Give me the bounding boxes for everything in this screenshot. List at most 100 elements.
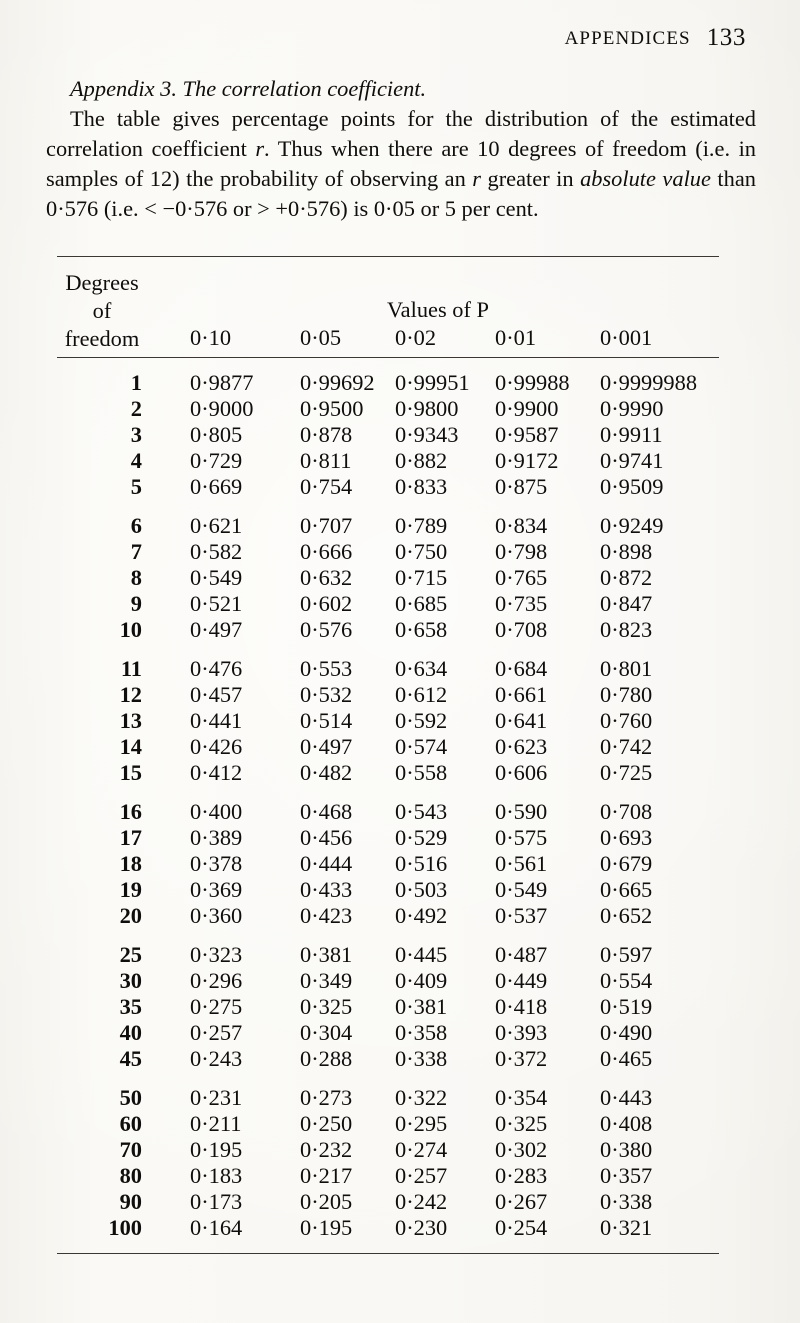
value-cell: 0·457: [190, 682, 243, 707]
value-cell: 0·882: [395, 448, 448, 473]
value-cell: 0·449: [495, 968, 548, 993]
value-cell: 0·576: [300, 617, 353, 642]
value-cell: 0·574: [395, 734, 448, 759]
degrees-of-freedom-cell: 10: [119, 617, 142, 642]
table-row: 4 0·729 0·811 0·882 0·9172 0·9741: [57, 448, 719, 474]
value-cell: 0·834: [495, 513, 548, 538]
value-cell: 0·195: [300, 1215, 353, 1240]
value-cell: 0·497: [300, 734, 353, 759]
table-row: 15 0·412 0·482 0·558 0·606 0·725: [57, 760, 719, 786]
value-cell: 0·9343: [395, 422, 459, 447]
value-cell: 0·549: [190, 565, 243, 590]
degrees-of-freedom-cell: 12: [119, 682, 142, 707]
values-of-p-header: Values of P: [387, 297, 489, 322]
correlation-coefficient-table: Degrees of freedom Values of P 0·10 0·05 0…: [57, 256, 719, 1254]
degrees-of-freedom-cell: 70: [119, 1137, 142, 1162]
value-cell: 0·243: [190, 1046, 243, 1071]
value-cell: 0·321: [600, 1215, 653, 1240]
degrees-of-freedom-cell: 60: [119, 1111, 142, 1136]
value-cell: 0·267: [495, 1189, 548, 1214]
table-row: 25 0·323 0·381 0·445 0·487 0·597: [57, 942, 719, 968]
value-cell: 0·304: [300, 1020, 353, 1045]
value-cell: 0·465: [600, 1046, 653, 1071]
degrees-line-2: of: [92, 298, 112, 323]
value-cell: 0·418: [495, 994, 548, 1019]
value-cell: 0·231: [190, 1085, 243, 1110]
table-row: 8 0·549 0·632 0·715 0·765 0·872: [57, 565, 719, 591]
value-cell: 0·558: [395, 760, 448, 785]
value-cell: 0·468: [300, 799, 353, 824]
value-cell: 0·729: [190, 448, 243, 473]
value-cell: 0·490: [600, 1020, 653, 1045]
table-row: 80 0·183 0·217 0·257 0·283 0·357: [57, 1163, 719, 1189]
value-cell: 0·173: [190, 1189, 243, 1214]
value-cell: 0·847: [600, 591, 653, 616]
value-cell: 0·433: [300, 877, 353, 902]
table-row-group: 6 0·621 0·707 0·789 0·834 0·9249 7 0·582 0·666 0·…: [57, 513, 719, 643]
table-row: 16 0·400 0·468 0·543 0·590 0·708: [57, 799, 719, 825]
introduction-text: Appendix 3. The correlation coefficient.…: [46, 74, 756, 224]
italic-absolute-value: absolute value: [580, 166, 711, 191]
value-cell: 0·295: [395, 1111, 448, 1136]
value-cell: 0·476: [190, 656, 243, 681]
page-number: 133: [706, 24, 746, 51]
table-row: 1 0·9877 0·99692 0·99951 0·99988 0·9999988: [57, 370, 719, 396]
value-cell: 0·590: [495, 799, 548, 824]
value-cell: 0·257: [395, 1163, 448, 1188]
value-cell: 0·780: [600, 682, 653, 707]
value-cell: 0·393: [495, 1020, 548, 1045]
column-header-2: 0·05: [300, 325, 342, 350]
value-cell: 0·707: [300, 513, 353, 538]
value-cell: 0·360: [190, 903, 243, 928]
value-cell: 0·592: [395, 708, 448, 733]
value-cell: 0·669: [190, 474, 243, 499]
degrees-of-freedom-cell: 40: [119, 1020, 142, 1045]
value-cell: 0·372: [495, 1046, 548, 1071]
table-body: 1 0·9877 0·99692 0·99951 0·99988 0·9999988 2 0·…: [57, 358, 719, 1253]
value-cell: 0·765: [495, 565, 548, 590]
value-cell: 0·250: [300, 1111, 353, 1136]
value-cell: 0·652: [600, 903, 653, 928]
value-cell: 0·288: [300, 1046, 353, 1071]
value-cell: 0·575: [495, 825, 548, 850]
value-cell: 0·217: [300, 1163, 353, 1188]
degrees-of-freedom-cell: 9: [130, 591, 142, 616]
value-cell: 0·789: [395, 513, 448, 538]
value-cell: 0·519: [600, 994, 653, 1019]
table-row: 20 0·360 0·423 0·492 0·537 0·652: [57, 903, 719, 929]
value-cell: 0·679: [600, 851, 653, 876]
value-cell: 0·164: [190, 1215, 243, 1240]
value-cell: 0·408: [600, 1111, 653, 1136]
value-cell: 0·693: [600, 825, 653, 850]
value-cell: 0·878: [300, 422, 353, 447]
value-cell: 0·823: [600, 617, 653, 642]
table-row: 11 0·476 0·553 0·634 0·684 0·801: [57, 656, 719, 682]
table-row-group: 16 0·400 0·468 0·543 0·590 0·708 17 0·389 0·456 0…: [57, 799, 719, 929]
value-cell: 0·242: [395, 1189, 448, 1214]
column-header-1: 0·10: [190, 325, 232, 350]
degrees-of-freedom-cell: 30: [119, 968, 142, 993]
value-cell: 0·9990: [600, 396, 664, 421]
value-cell: 0·658: [395, 617, 448, 642]
value-cell: 0·514: [300, 708, 353, 733]
value-cell: 0·641: [495, 708, 548, 733]
value-cell: 0·354: [495, 1085, 548, 1110]
value-cell: 0·634: [395, 656, 448, 681]
value-cell: 0·323: [190, 942, 243, 967]
table-row: 35 0·275 0·325 0·381 0·418 0·519: [57, 994, 719, 1020]
table-header: Degrees of freedom Values of P 0·10 0·05 0…: [57, 257, 719, 357]
value-cell: 0·875: [495, 474, 548, 499]
value-cell: 0·621: [190, 513, 243, 538]
degrees-of-freedom-cell: 16: [119, 799, 142, 824]
degrees-of-freedom-cell: 90: [119, 1189, 142, 1214]
value-cell: 0·443: [600, 1085, 653, 1110]
value-cell: 0·529: [395, 825, 448, 850]
value-cell: 0·516: [395, 851, 448, 876]
intro-paragraph: The table gives percentage points for th…: [46, 104, 756, 224]
table-row: 13 0·441 0·514 0·592 0·641 0·760: [57, 708, 719, 734]
table-row: 5 0·669 0·754 0·833 0·875 0·9509: [57, 474, 719, 500]
value-cell: 0·708: [495, 617, 548, 642]
value-cell: 0·632: [300, 565, 353, 590]
column-header-3: 0·02: [395, 325, 437, 350]
value-cell: 0·400: [190, 799, 243, 824]
